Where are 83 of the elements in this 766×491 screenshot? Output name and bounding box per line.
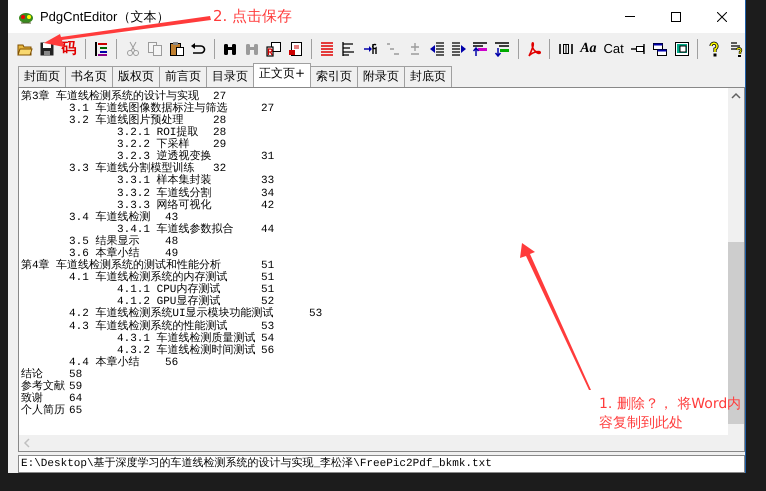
tab[interactable]: 封底页 <box>404 66 452 87</box>
tab[interactable]: 正文页+ <box>253 62 312 87</box>
outline-title: 3.1 车道线图像数据标注与筛选 <box>69 102 228 115</box>
page-number: 44 <box>261 224 274 236</box>
page-number: 51 <box>261 272 274 284</box>
page-number: 29 <box>213 139 226 152</box>
close-icon <box>717 12 727 22</box>
pdf-icon <box>526 40 542 57</box>
minimize-icon <box>625 16 635 17</box>
undo-icon <box>190 40 206 57</box>
outline-icon <box>93 40 110 57</box>
outline-title: 4.3.1 车道线检测质量测试 <box>117 332 256 345</box>
page-number: 59 <box>69 381 82 394</box>
page-number: 64 <box>69 393 82 406</box>
outline-title: 4.1 车道线检测系统的内存测试 <box>69 272 228 284</box>
outline-title: 3.4.1 车道线参数拟合 <box>117 224 234 236</box>
maximize-icon <box>671 12 681 22</box>
page-number: 58 <box>69 368 82 381</box>
page-number: 31 <box>261 151 274 164</box>
toolbar-button[interactable]: Aa <box>578 38 599 60</box>
page-number: 32 <box>213 163 226 176</box>
outline-title: 4.3 车道线检测系统的性能测试 <box>69 320 228 333</box>
outline-title: 3.3.2 车道线分割 <box>117 188 212 200</box>
outline-title: 4.4 本章小结 <box>69 356 140 369</box>
page-number: 48 <box>165 236 178 248</box>
page-number: 27 <box>213 90 226 103</box>
page-number: 56 <box>165 356 178 369</box>
outline-title: 3.5 结果显示 <box>69 236 140 248</box>
page-number: 52 <box>261 296 274 308</box>
page-number: 65 <box>69 405 82 418</box>
outline-title: 4.2 车道线检测系统UI显示模块功能测试 <box>69 308 274 320</box>
annotation-text: 1. 删除？， 将Word内容复制到此处 <box>599 395 742 433</box>
outline-title: 3.3.1 样本集封装 <box>117 175 212 188</box>
scissors-icon <box>124 40 141 57</box>
page-number: 28 <box>213 114 226 127</box>
outline-title: 3.2.1 ROI提取 <box>117 127 198 140</box>
outline-title: 参考文献 <box>21 381 65 394</box>
outline-title: 第3章 车道线检测系统的设计与实现 <box>21 90 200 103</box>
page-number: 33 <box>261 175 274 188</box>
page-number: 28 <box>213 127 226 140</box>
page-number: 56 <box>261 344 274 357</box>
toolbar-button[interactable]: 码 <box>60 38 79 60</box>
toolbar-button[interactable]: Cat <box>602 38 626 60</box>
document-icon <box>288 40 304 57</box>
tab[interactable]: 封面页 <box>18 66 66 87</box>
annotation-text: 2. 点击保存 <box>213 7 292 26</box>
outline-title: 4.1.1 CPU内存测试 <box>117 284 220 296</box>
window-title: PdgCntEditor（文本） <box>40 8 170 26</box>
outline-title: 3.3.3 网络可视化 <box>117 200 212 212</box>
outline-title: 3.4 车道线检测 <box>69 212 150 224</box>
document-icon <box>266 40 282 57</box>
move-up-icon <box>472 40 488 57</box>
move-down-icon <box>494 40 510 57</box>
page-number: 54 <box>261 332 274 345</box>
page-number: 49 <box>165 248 178 260</box>
status-bar: E:\Desktop\基于深度学习的车道线检测系统的设计与实现_李松泽\FreePic2Pdf_bkmk.txt <box>18 455 745 473</box>
list-icon <box>384 40 401 57</box>
clipboard-icon <box>168 40 185 57</box>
text-editor[interactable] <box>18 86 745 452</box>
page-number: 27 <box>261 102 274 115</box>
outline-title: 结论 <box>21 368 43 381</box>
page-number: 34 <box>261 188 274 200</box>
outline-title: 3.2 车道线图片预处理 <box>69 114 184 127</box>
horizontal-scrollbar[interactable] <box>19 435 728 451</box>
page-number: 51 <box>261 284 274 296</box>
page-number: 42 <box>261 200 274 212</box>
monitor-icon <box>674 40 690 57</box>
outline-title: 个人简历 <box>21 405 65 418</box>
windows-icon <box>652 40 668 57</box>
vertical-scrollbar[interactable] <box>728 88 744 435</box>
page-number: 51 <box>261 260 274 272</box>
page-number: 53 <box>309 308 322 320</box>
outline-title: 4.3.2 车道线检测时间测试 <box>117 344 256 357</box>
copy-icon <box>146 40 163 57</box>
scrollbar-thumb[interactable] <box>728 242 744 424</box>
page-number: 53 <box>261 320 274 333</box>
outline-title: 3.6 本章小结 <box>69 248 140 260</box>
page-number: 43 <box>165 212 178 224</box>
indent-icon <box>450 40 467 57</box>
outline-title: 3.3 车道线分割模型训练 <box>69 163 194 176</box>
indent-icon <box>428 40 445 57</box>
outline-title: 致谢 <box>21 393 43 406</box>
lines-icon <box>319 40 336 57</box>
